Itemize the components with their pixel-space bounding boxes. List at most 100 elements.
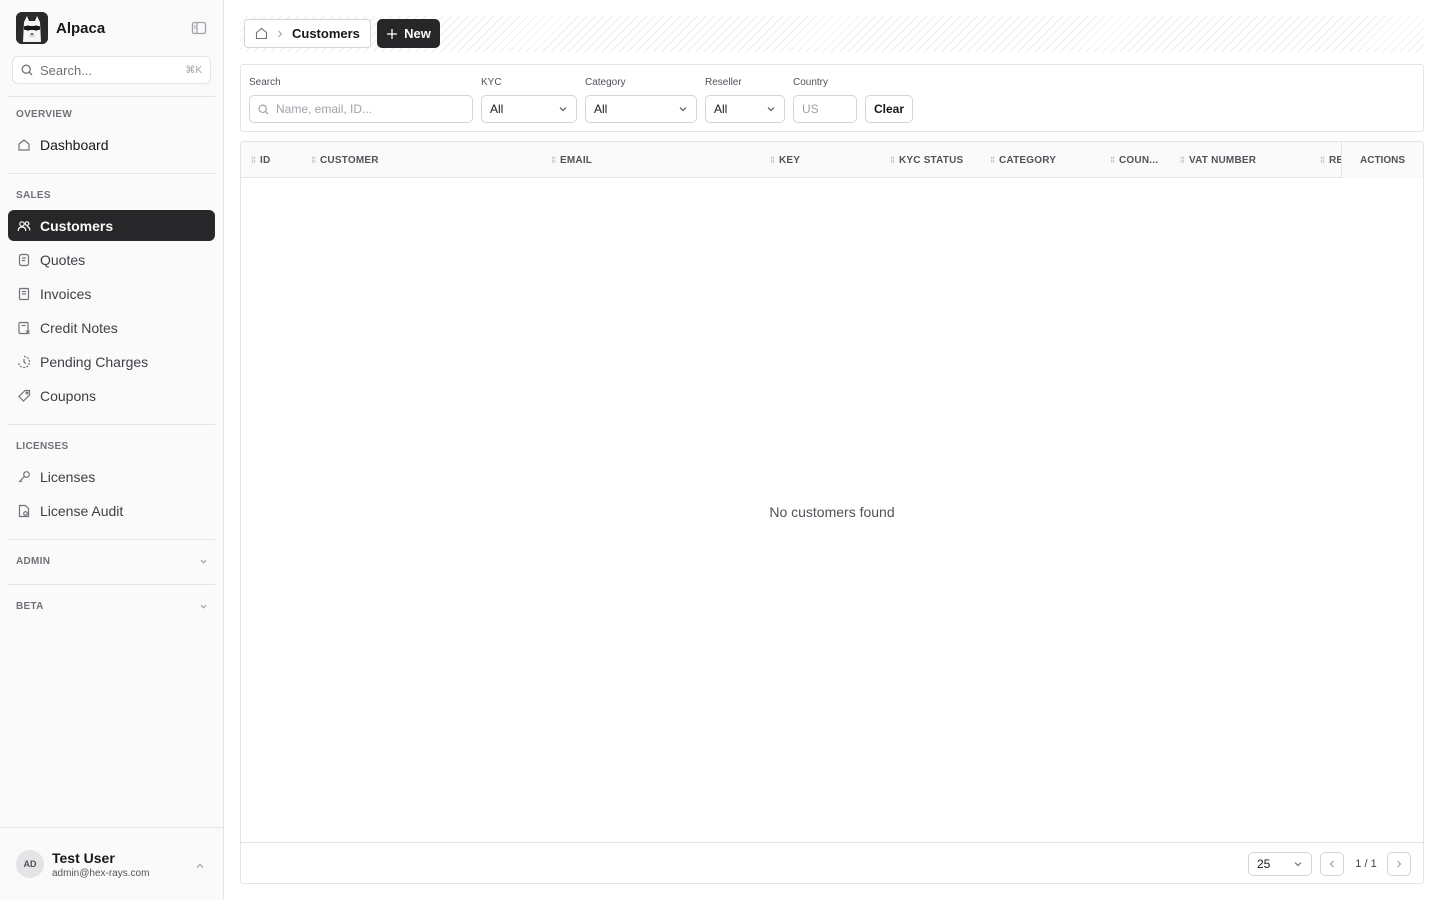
sidebar-item-label: Dashboard: [40, 136, 109, 153]
brand[interactable]: Alpaca: [16, 12, 208, 44]
sidebar-item-label: Coupons: [40, 387, 97, 404]
filter-label-search: Search: [249, 77, 281, 88]
sidebar-item-label: Credit Notes: [40, 319, 118, 336]
page-indicator: 1 / 1: [1355, 858, 1377, 870]
invoice-icon: [16, 286, 32, 302]
sidebar-item-dashboard[interactable]: Dashboard: [8, 129, 215, 160]
drag-handle-icon[interactable]: ⁞⁞: [1180, 155, 1185, 165]
chevron-down-icon: [766, 104, 776, 114]
search-shortcut: ⌘K: [185, 64, 202, 76]
sidebar-item-pending-charges[interactable]: Pending Charges: [8, 346, 215, 377]
avatar: AD: [16, 850, 44, 878]
column-label: CUSTOMER: [320, 154, 379, 166]
page-size-select[interactable]: 25: [1248, 852, 1312, 876]
sidebar-item-label: Pending Charges: [40, 353, 149, 370]
column-header-id[interactable]: ⁞⁞ ID: [251, 142, 301, 178]
sidebar-search-input[interactable]: Search... ⌘K: [12, 56, 211, 84]
drag-handle-icon[interactable]: ⁞⁞: [251, 155, 256, 165]
column-header-vat-number[interactable]: ⁞⁞ VAT NUMBER: [1180, 142, 1315, 178]
user-info: Test User admin@hex-rays.com: [52, 850, 149, 879]
divider: [8, 424, 215, 425]
column-header-category[interactable]: ⁞⁞ CATEGORY: [990, 142, 1105, 178]
column-header-country[interactable]: ⁞⁞ COUN...: [1110, 142, 1174, 178]
next-page-button[interactable]: [1387, 852, 1411, 876]
kyc-select[interactable]: All: [481, 95, 577, 123]
column-header-kyc-status[interactable]: ⁞⁞ KYC STATUS: [890, 142, 985, 178]
chevron-left-icon: [1327, 859, 1337, 869]
clear-filters-button[interactable]: Clear: [865, 95, 913, 123]
section-label-admin: ADMIN: [16, 555, 51, 567]
section-label-beta: BETA: [16, 600, 44, 612]
search-icon: [258, 104, 269, 115]
customers-table: ⁞⁞ ID ⁞⁞ CUSTOMER ⁞⁞ EMAIL ⁞⁞ KEY ⁞⁞ KYC STAT…: [240, 141, 1424, 884]
empty-state-message: No customers found: [769, 504, 895, 520]
drag-handle-icon[interactable]: ⁞⁞: [770, 155, 775, 165]
column-label: ID: [260, 154, 271, 166]
customer-search-input[interactable]: Name, email, ID...: [249, 95, 473, 123]
column-header-key[interactable]: ⁞⁞ KEY: [770, 142, 880, 178]
app-name: Alpaca: [56, 19, 106, 37]
chevron-down-icon: [1293, 859, 1303, 869]
sidebar-toggle-icon[interactable]: [190, 19, 208, 37]
chevron-down-icon: [678, 104, 688, 114]
sidebar-item-licenses[interactable]: Licenses: [8, 461, 215, 492]
column-header-actions: ACTIONS: [1341, 142, 1423, 178]
drag-handle-icon[interactable]: ⁞⁞: [990, 155, 995, 165]
new-button-label: New: [404, 26, 431, 41]
filter-label-category: Category: [585, 77, 626, 88]
filter-label-country: Country: [793, 77, 829, 88]
column-label: VAT NUMBER: [1189, 154, 1257, 166]
column-label: CATEGORY: [999, 154, 1057, 166]
search-placeholder: Search...: [40, 62, 93, 78]
drag-handle-icon[interactable]: ⁞⁞: [890, 155, 895, 165]
user-menu[interactable]: AD Test User admin@hex-rays.com: [0, 827, 223, 900]
sidebar-item-invoices[interactable]: Invoices: [8, 278, 215, 309]
drag-handle-icon[interactable]: ⁞⁞: [551, 155, 556, 165]
user-email: admin@hex-rays.com: [52, 867, 150, 879]
filter-label-kyc: KYC: [481, 77, 502, 88]
sidebar-item-license-audit[interactable]: License Audit: [8, 495, 215, 526]
reseller-select[interactable]: All: [705, 95, 785, 123]
audit-file-icon: [16, 503, 32, 519]
category-select[interactable]: All: [585, 95, 697, 123]
new-customer-button[interactable]: New: [377, 19, 440, 48]
user-name: Test User: [52, 849, 115, 866]
table-header: ⁞⁞ ID ⁞⁞ CUSTOMER ⁞⁞ EMAIL ⁞⁞ KEY ⁞⁞ KYC STAT…: [241, 142, 1423, 178]
sidebar-item-label: Quotes: [40, 251, 86, 268]
sidebar-item-label: Customers: [40, 217, 114, 234]
sidebar-item-label: Licenses: [40, 468, 96, 485]
country-input[interactable]: US: [793, 95, 857, 123]
plus-icon: [386, 28, 398, 40]
drag-handle-icon[interactable]: ⁞⁞: [311, 155, 316, 165]
previous-page-button[interactable]: [1320, 852, 1344, 876]
kyc-value: All: [490, 102, 504, 116]
search-placeholder: Name, email, ID...: [276, 102, 373, 116]
column-header-customer[interactable]: ⁞⁞ CUSTOMER: [311, 142, 531, 178]
column-label: KYC STATUS: [899, 154, 964, 166]
category-value: All: [594, 102, 608, 116]
chevron-down-icon: [558, 104, 568, 114]
pagination-bar: 25 1 / 1: [241, 842, 1423, 883]
column-header-reseller[interactable]: ⁞⁞ RE: [1320, 142, 1341, 178]
drag-handle-icon[interactable]: ⁞⁞: [1110, 155, 1115, 165]
filters-panel: Search Name, email, ID... KYC All Catego…: [240, 64, 1424, 132]
section-label-licenses: LICENSES: [16, 441, 69, 452]
reseller-value: All: [714, 102, 728, 116]
drag-handle-icon[interactable]: ⁞⁞: [1320, 155, 1325, 165]
sidebar-item-coupons[interactable]: Coupons: [8, 380, 215, 411]
section-toggle-admin[interactable]: ADMIN: [16, 553, 208, 569]
sidebar-item-credit-notes[interactable]: Credit Notes: [8, 312, 215, 343]
sidebar-item-customers[interactable]: Customers: [8, 210, 215, 241]
breadcrumb: Customers: [244, 19, 371, 48]
section-label-sales: SALES: [16, 190, 51, 201]
section-toggle-beta[interactable]: BETA: [16, 598, 208, 614]
home-icon: [16, 137, 32, 153]
page-size-value: 25: [1257, 857, 1271, 871]
sidebar-item-quotes[interactable]: Quotes: [8, 244, 215, 275]
divider: [8, 539, 215, 540]
home-icon[interactable]: [255, 27, 268, 40]
column-header-email[interactable]: ⁞⁞ EMAIL: [551, 142, 751, 178]
breadcrumb-current: Customers: [292, 26, 360, 41]
search-icon: [21, 64, 33, 76]
key-icon: [16, 469, 32, 485]
